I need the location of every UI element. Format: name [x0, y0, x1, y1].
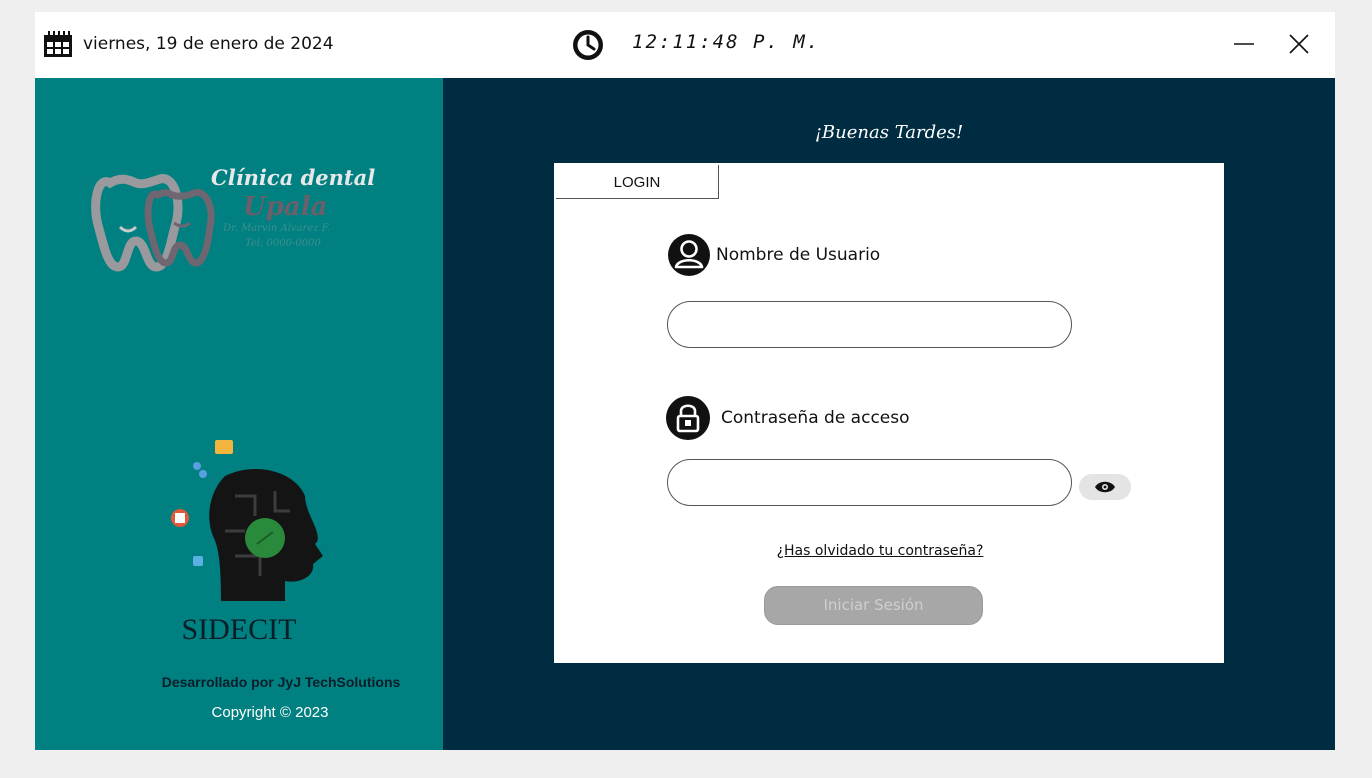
user-icon [668, 234, 710, 276]
sign-in-button[interactable]: Iniciar Sesión [764, 586, 983, 625]
app-window: viernes, 19 de enero de 2024 12:11:48 P.… [35, 12, 1335, 750]
title-bar: viernes, 19 de enero de 2024 12:11:48 P.… [35, 12, 1335, 78]
calendar-icon [44, 31, 72, 57]
tab-login[interactable]: LOGIN [556, 165, 719, 199]
show-password-button[interactable] [1079, 474, 1131, 500]
copyright-text: Copyright © 2023 [211, 704, 329, 721]
username-label: Nombre de Usuario [716, 245, 881, 265]
lock-icon [666, 396, 710, 440]
minimize-button[interactable] [1230, 30, 1258, 58]
close-button[interactable] [1285, 30, 1313, 58]
sidebar-panel: Clínica dental Upala Dr. Marvin Alvarez … [35, 78, 443, 750]
password-input[interactable] [667, 459, 1072, 506]
greeting-text: ¡Buenas Tardes! [814, 122, 964, 143]
logo-title: Clínica dental [211, 165, 376, 190]
current-time: 12:11:48 P. M. [632, 31, 821, 53]
login-box: LOGIN Nombre de Usuario Contraseña de ac… [554, 163, 1224, 663]
password-label: Contraseña de acceso [721, 408, 910, 428]
forgot-password-link[interactable]: ¿Has olvidado tu contraseña? [554, 543, 1206, 559]
current-date: viernes, 19 de enero de 2024 [83, 34, 334, 54]
clock-icon [573, 30, 603, 60]
logo-subtitle: Upala [243, 192, 328, 222]
logo-contact: Tel: 0000-0000 [245, 238, 321, 249]
main-panel: ¡Buenas Tardes! LOGIN Nombre de Usuario … [443, 78, 1335, 750]
product-name: SIDECIT [181, 613, 297, 646]
username-input[interactable] [667, 301, 1072, 348]
logo-tagline: Dr. Marvin Alvarez F. [223, 223, 331, 234]
circuit-head-icon [171, 440, 323, 601]
